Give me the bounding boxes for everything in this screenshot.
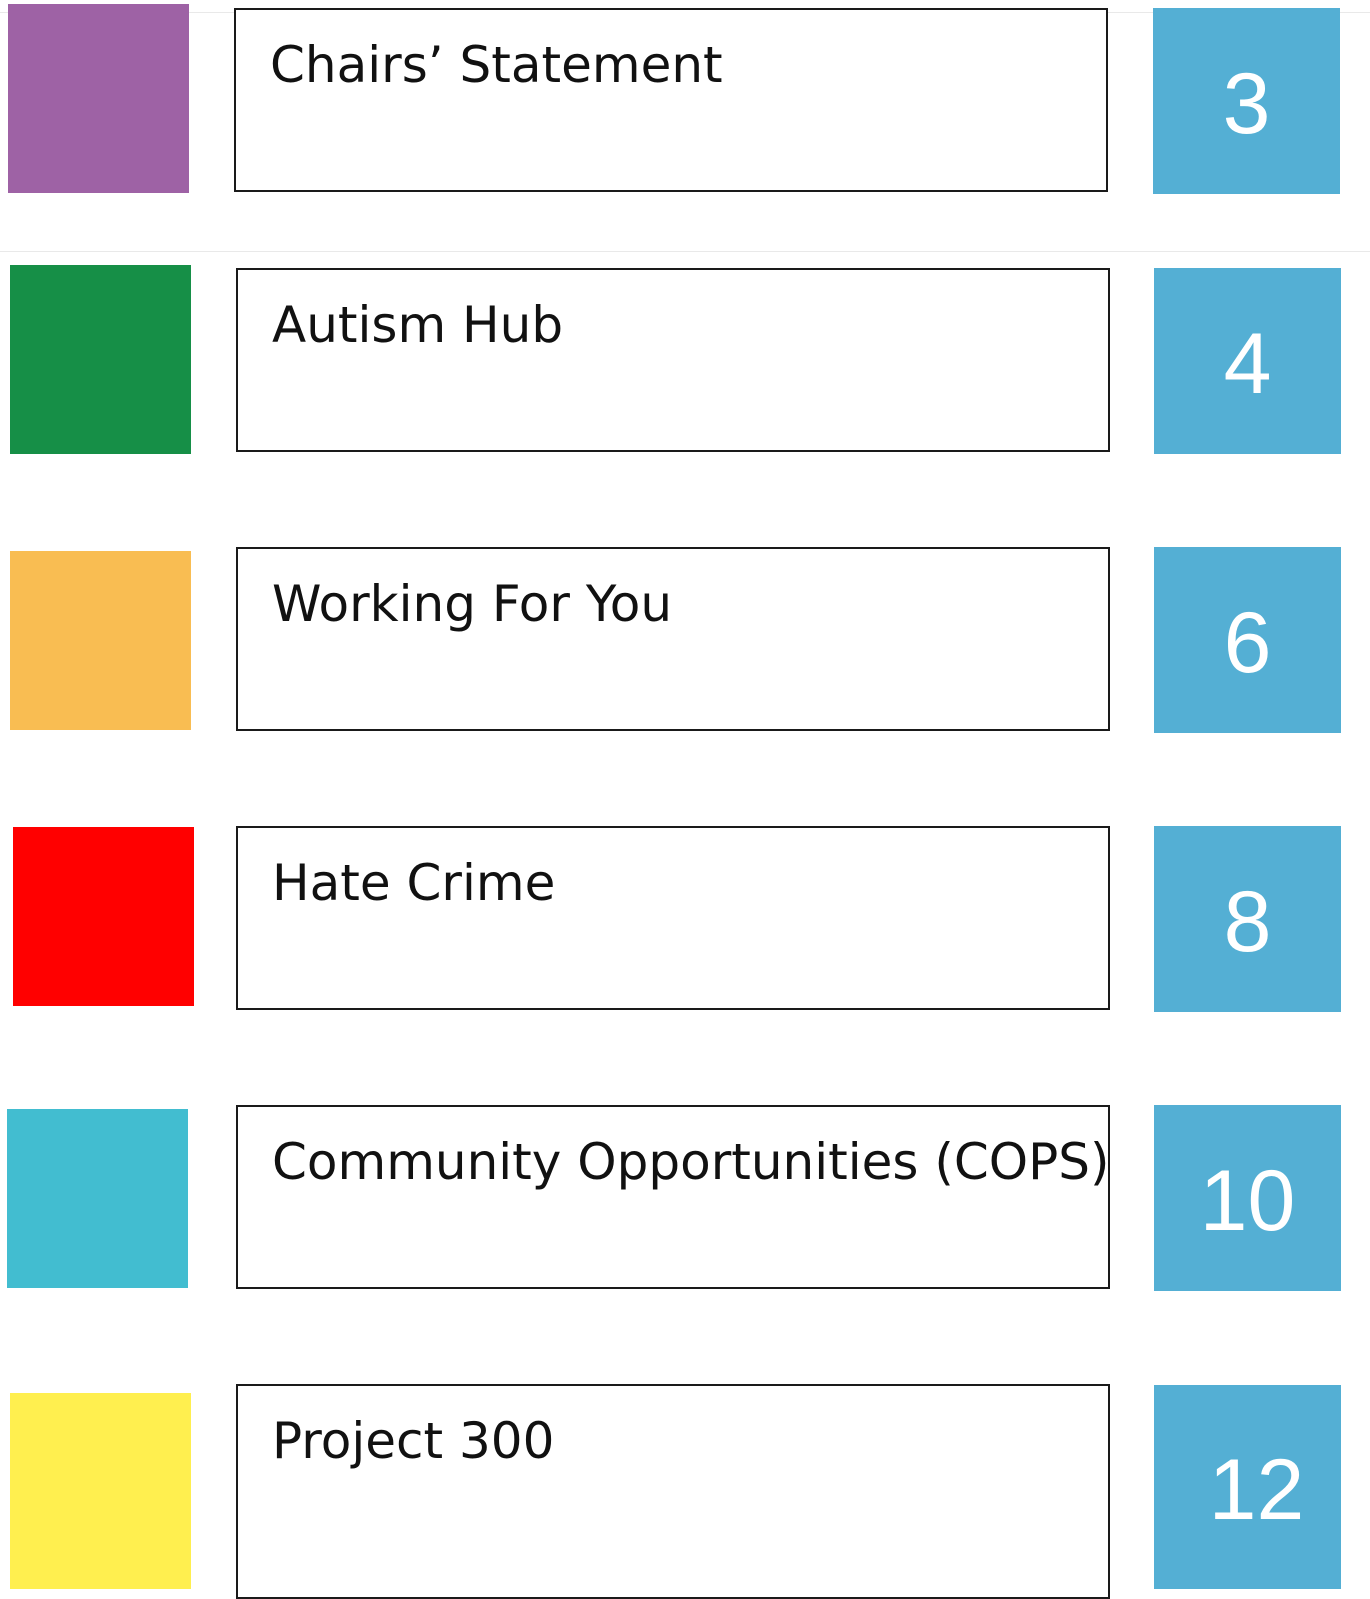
- section-title-box[interactable]: Hate Crime: [236, 826, 1110, 1010]
- color-swatch: [10, 1393, 191, 1589]
- section-title: Project 300: [272, 1412, 555, 1470]
- color-swatch: [7, 1109, 188, 1288]
- color-swatch: [13, 827, 194, 1006]
- section-title: Autism Hub: [272, 296, 564, 354]
- color-swatch: [10, 265, 191, 454]
- section-title: Hate Crime: [272, 854, 556, 912]
- section-title-box[interactable]: Autism Hub: [236, 268, 1110, 452]
- section-title-box[interactable]: Working For You: [236, 547, 1110, 731]
- page-number[interactable]: 6: [1154, 547, 1341, 733]
- section-divider: [0, 251, 1370, 252]
- page-number[interactable]: 4: [1154, 268, 1341, 454]
- page-number[interactable]: 8: [1154, 826, 1341, 1012]
- color-swatch: [10, 551, 191, 730]
- page-number[interactable]: 12: [1154, 1385, 1341, 1589]
- page-number[interactable]: 3: [1153, 8, 1340, 194]
- page-number[interactable]: 10: [1154, 1105, 1341, 1291]
- section-title-box[interactable]: Project 300: [236, 1384, 1110, 1599]
- section-title: Community Opportunities (COPS): [272, 1133, 1110, 1191]
- section-title: Chairs’ Statement: [270, 36, 723, 94]
- section-title: Working For You: [272, 575, 673, 633]
- section-title-box[interactable]: Community Opportunities (COPS): [236, 1105, 1110, 1289]
- section-title-box[interactable]: Chairs’ Statement: [234, 8, 1108, 192]
- color-swatch: [8, 4, 189, 193]
